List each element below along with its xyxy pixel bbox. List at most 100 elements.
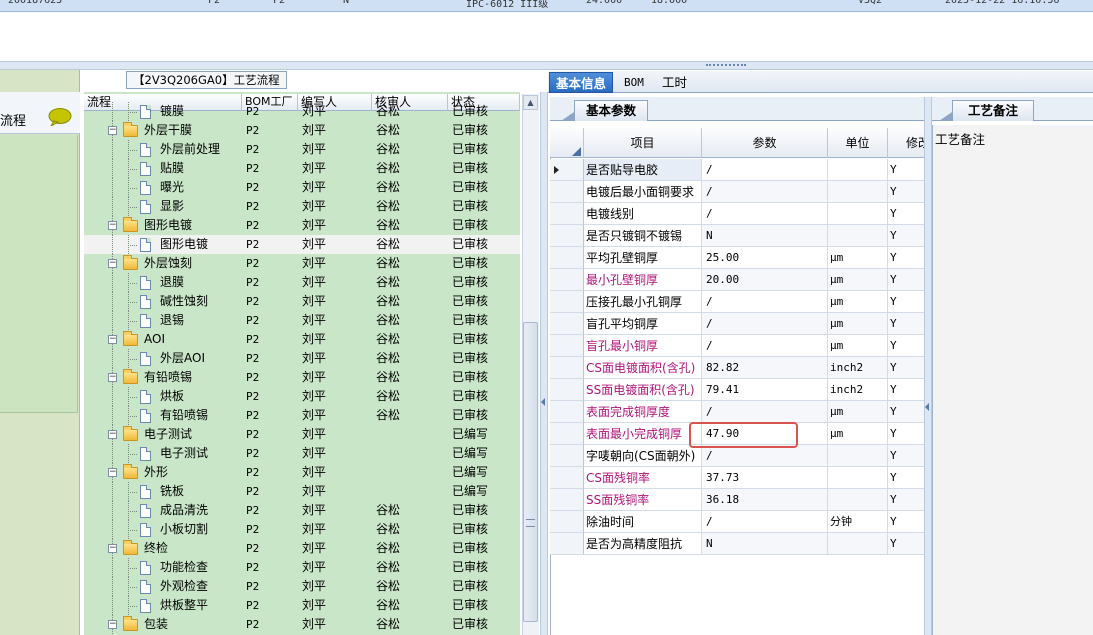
tab-basic-info[interactable]: 基本信息: [549, 72, 614, 93]
tree-node-step[interactable]: 外层前处理 P2 刘平 谷松 已审核: [84, 140, 520, 159]
remarks-body[interactable]: [932, 125, 1093, 635]
tree-node-step[interactable]: 铣板 P2 刘平 已编写: [84, 482, 520, 501]
collapse-toggle-icon[interactable]: −: [108, 259, 117, 268]
tree-node-group[interactable]: − 终检 P2 刘平 谷松 已审核: [84, 539, 520, 558]
tree-node-group[interactable]: − 外形 P2 刘平 已编写: [84, 463, 520, 482]
tab-process-remarks[interactable]: 工艺备注: [952, 100, 1034, 121]
tree-node-step[interactable]: 烘板整平 P2 刘平 谷松 已审核: [84, 596, 520, 615]
param-value-cell[interactable]: 82.82: [702, 357, 828, 379]
param-value-cell[interactable]: /: [702, 401, 828, 423]
param-row[interactable]: CS面电镀面积(含孔) 82.82 inch2 Y: [550, 357, 926, 379]
tree-node-step[interactable]: 退锡 P2 刘平 谷松 已审核: [84, 311, 520, 330]
col-header-modify[interactable]: 修改: [888, 128, 926, 158]
collapse-arrow-icon[interactable]: [925, 403, 929, 411]
param-value-cell[interactable]: 25.00: [702, 247, 828, 269]
collapse-toggle-icon[interactable]: −: [108, 430, 117, 439]
tree-node-group[interactable]: − 图形电镀 P2 刘平 谷松 已审核: [84, 216, 520, 235]
row-indicator[interactable]: [550, 401, 584, 423]
remarks-splitter[interactable]: [924, 97, 932, 635]
row-indicator[interactable]: [550, 159, 584, 181]
param-value-cell[interactable]: 79.41: [702, 379, 828, 401]
tree-node-step[interactable]: 贴膜 P2 刘平 谷松 已审核: [84, 159, 520, 178]
collapse-toggle-icon[interactable]: −: [108, 373, 117, 382]
collapse-left-arrow-icon[interactable]: [541, 398, 545, 406]
row-indicator[interactable]: [550, 489, 584, 511]
param-row[interactable]: 压接孔最小孔铜厚 / μm Y: [550, 291, 926, 313]
row-indicator[interactable]: [550, 181, 584, 203]
top-grid-strip[interactable]: 200187625 F2 F2 N IPC-6012 III级 24.000 18.000 V…: [0, 0, 1093, 12]
param-row[interactable]: 表面完成铜厚度 / μm Y: [550, 401, 926, 423]
tree-node-step[interactable]: 镀膜 P2 刘平 谷松 已审核: [84, 102, 520, 121]
tree-node-step[interactable]: 图形电镀 P2 刘平 谷松 已审核: [84, 235, 520, 254]
param-row[interactable]: 是否为高精度阻抗 N Y: [550, 533, 926, 555]
vertical-splitter[interactable]: [540, 92, 548, 635]
param-value-cell[interactable]: N: [702, 533, 828, 555]
param-row[interactable]: 电镀后最小面铜要求 / Y: [550, 181, 926, 203]
tree-scrollbar-thumb[interactable]: [523, 322, 538, 622]
row-indicator[interactable]: [550, 269, 584, 291]
row-indicator[interactable]: [550, 357, 584, 379]
param-value-cell[interactable]: /: [702, 181, 828, 203]
param-value-cell[interactable]: /: [702, 159, 828, 181]
collapse-toggle-icon[interactable]: −: [108, 335, 117, 344]
param-row[interactable]: 电镀线别 / Y: [550, 203, 926, 225]
param-row[interactable]: CS面残铜率 37.73 Y: [550, 467, 926, 489]
row-indicator[interactable]: [550, 291, 584, 313]
param-value-cell[interactable]: 20.00: [702, 269, 828, 291]
param-row[interactable]: SS面电镀面积(含孔) 79.41 inch2 Y: [550, 379, 926, 401]
param-row[interactable]: SS面残铜率 36.18 Y: [550, 489, 926, 511]
row-indicator[interactable]: [550, 511, 584, 533]
param-value-cell[interactable]: 37.73: [702, 467, 828, 489]
tree-node-step[interactable]: 退膜 P2 刘平 谷松 已审核: [84, 273, 520, 292]
tree-node-step[interactable]: 小板切割 P2 刘平 谷松 已审核: [84, 520, 520, 539]
col-header-param[interactable]: 参数: [702, 128, 828, 158]
tree-node-group[interactable]: − 外层蚀刻 P2 刘平 谷松 已审核: [84, 254, 520, 273]
param-value-cell[interactable]: /: [702, 511, 828, 533]
collapse-toggle-icon[interactable]: −: [108, 544, 117, 553]
param-value-cell[interactable]: /: [702, 445, 828, 467]
row-indicator[interactable]: [550, 445, 584, 467]
tree-node-group[interactable]: − 电子测试 P2 刘平 已编写: [84, 425, 520, 444]
tree-node-step[interactable]: 电子测试 P2 刘平 已编写: [84, 444, 520, 463]
collapse-toggle-icon[interactable]: −: [108, 221, 117, 230]
tree-node-step[interactable]: 烘板 P2 刘平 谷松 已审核: [84, 387, 520, 406]
param-row[interactable]: 除油时间 / 分钟 Y: [550, 511, 926, 533]
param-value-cell[interactable]: /: [702, 291, 828, 313]
tree-node-group[interactable]: − 包装 P2 刘平 谷松 已审核: [84, 615, 520, 634]
collapse-toggle-icon[interactable]: −: [108, 468, 117, 477]
param-row[interactable]: 是否只镀铜不镀锡 N Y: [550, 225, 926, 247]
param-value-cell[interactable]: /: [702, 313, 828, 335]
row-indicator[interactable]: [550, 335, 584, 357]
param-row[interactable]: 字唛朝向(CS面朝外) / Y: [550, 445, 926, 467]
param-row[interactable]: 盲孔平均铜厚 / μm Y: [550, 313, 926, 335]
row-indicator[interactable]: [550, 467, 584, 489]
scroll-up-arrow-icon[interactable]: ▲: [523, 95, 538, 110]
tab-work-hours[interactable]: 工时: [656, 72, 693, 93]
collapse-toggle-icon[interactable]: −: [108, 126, 117, 135]
tree-node-step[interactable]: 碱性蚀刻 P2 刘平 谷松 已审核: [84, 292, 520, 311]
tab-basic-params[interactable]: 基本参数: [574, 100, 648, 121]
tree-node-step[interactable]: 有铅喷锡 P2 刘平 谷松 已审核: [84, 406, 520, 425]
param-value-cell[interactable]: N: [702, 225, 828, 247]
speech-bubble-icon[interactable]: [48, 108, 72, 126]
tree-node-group[interactable]: − 外层干膜 P2 刘平 谷松 已审核: [84, 121, 520, 140]
tree-node-step[interactable]: 显影 P2 刘平 谷松 已审核: [84, 197, 520, 216]
tree-node-group[interactable]: − 有铅喷锡 P2 刘平 谷松 已审核: [84, 368, 520, 387]
param-row[interactable]: 盲孔最小铜厚 / μm Y: [550, 335, 926, 357]
tree-node-step[interactable]: 曝光 P2 刘平 谷松 已审核: [84, 178, 520, 197]
col-header-unit[interactable]: 单位: [828, 128, 888, 158]
param-value-cell[interactable]: 36.18: [702, 489, 828, 511]
select-all-corner-icon[interactable]: [572, 147, 581, 156]
horizontal-splitter[interactable]: [0, 62, 1093, 70]
row-indicator[interactable]: [550, 247, 584, 269]
collapse-toggle-icon[interactable]: −: [108, 620, 117, 629]
row-indicator[interactable]: [550, 423, 584, 445]
param-row[interactable]: 平均孔壁铜厚 25.00 μm Y: [550, 247, 926, 269]
tree-node-group[interactable]: − AOI P2 刘平 谷松 已审核: [84, 330, 520, 349]
row-indicator[interactable]: [550, 313, 584, 335]
param-row[interactable]: 最小孔壁铜厚 20.00 μm Y: [550, 269, 926, 291]
col-header-item[interactable]: 项目: [584, 128, 702, 158]
row-indicator[interactable]: [550, 225, 584, 247]
row-indicator[interactable]: [550, 379, 584, 401]
tree-node-step[interactable]: 外层AOI P2 刘平 谷松 已审核: [84, 349, 520, 368]
